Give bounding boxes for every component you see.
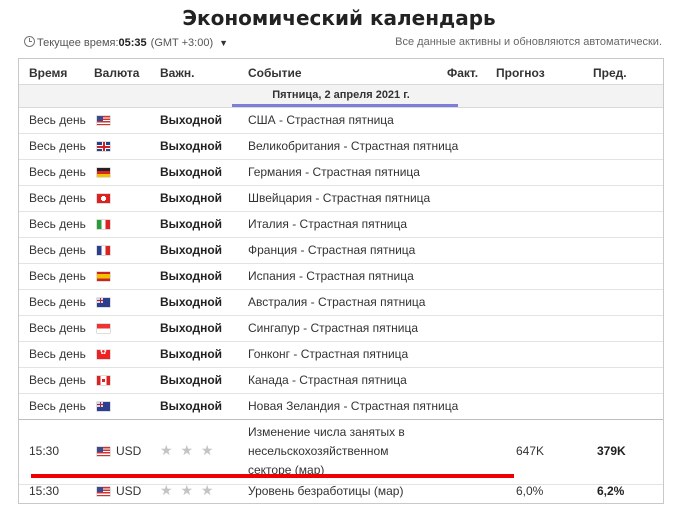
row-time: Весь день xyxy=(29,113,86,127)
row-event[interactable]: Уровень безработицы (мар) xyxy=(248,484,403,498)
table-row[interactable]: Весь день Выходной Австралия - Страстная… xyxy=(19,290,663,316)
row-time: Весь день xyxy=(29,217,86,231)
day-separator: Пятница, 2 апреля 2021 г. xyxy=(19,85,663,108)
economic-calendar-table: Время Валюта Важн. Событие Факт. Прогноз… xyxy=(18,58,664,504)
au-flag-icon xyxy=(97,298,110,307)
row-previous: 6,2% xyxy=(597,484,625,498)
row-time: Весь день xyxy=(29,191,86,205)
table-row[interactable]: Весь день Выходной США - Страстная пятни… xyxy=(19,108,663,134)
day-underline xyxy=(232,104,458,107)
row-importance: Выходной xyxy=(160,191,223,205)
importance-stars-icon: ★ ★ ★ xyxy=(160,482,216,498)
highlight-underline xyxy=(31,474,514,478)
row-event[interactable]: Франция - Страстная пятница xyxy=(248,243,415,257)
row-time: 15:30 xyxy=(29,484,60,498)
col-actual[interactable]: Факт. xyxy=(447,66,478,80)
table-row[interactable]: Весь день Выходной Новая Зеландия - Стра… xyxy=(19,394,663,420)
row-currency: USD xyxy=(116,444,142,458)
row-event-line-1[interactable]: Изменение числа занятых в xyxy=(248,425,405,439)
row-event[interactable]: Сингапур - Страстная пятница xyxy=(248,321,418,335)
ch-flag-icon xyxy=(97,194,110,203)
row-time: 15:30 xyxy=(29,444,60,458)
table-row[interactable]: Весь день Выходной Гонконг - Страстная п… xyxy=(19,342,663,368)
day-label: Пятница, 2 апреля 2021 г. xyxy=(272,89,410,101)
us-flag-icon xyxy=(97,447,110,456)
ca-flag-icon xyxy=(97,376,110,385)
table-row[interactable]: Весь день Выходной Канада - Страстная пя… xyxy=(19,368,663,394)
row-event-line-2[interactable]: несельскохозяйственном xyxy=(248,444,388,458)
table-row[interactable]: Весь день Выходной Испания - Страстная п… xyxy=(19,264,663,290)
row-time: Весь день xyxy=(29,139,86,153)
row-event[interactable]: Италия - Страстная пятница xyxy=(248,217,407,231)
table-row[interactable]: Весь день Выходной Великобритания - Стра… xyxy=(19,134,663,160)
col-forecast[interactable]: Прогноз xyxy=(496,66,545,80)
row-importance: Выходной xyxy=(160,139,223,153)
row-importance: Выходной xyxy=(160,321,223,335)
table-row[interactable]: 15:30 USD ★ ★ ★ Уровень безработицы (мар… xyxy=(19,478,663,503)
auto-update-note: Все данные активны и обновляются автомат… xyxy=(395,36,662,48)
de-flag-icon xyxy=(97,168,110,177)
row-event[interactable]: Новая Зеландия - Страстная пятница xyxy=(248,399,458,413)
table-row[interactable]: Весь день Выходной Италия - Страстная пя… xyxy=(19,212,663,238)
us-flag-icon xyxy=(97,487,110,496)
us-flag-icon xyxy=(97,116,110,125)
row-time: Весь день xyxy=(29,347,86,361)
row-forecast: 6,0% xyxy=(516,484,544,498)
col-event[interactable]: Событие xyxy=(248,66,302,80)
page-title: Экономический календарь xyxy=(182,6,496,30)
row-importance: Выходной xyxy=(160,165,223,179)
row-time: Весь день xyxy=(29,243,86,257)
row-importance: Выходной xyxy=(160,113,223,127)
col-currency[interactable]: Валюта xyxy=(94,66,139,80)
table-row[interactable]: Весь день Выходной Сингапур - Страстная … xyxy=(19,316,663,342)
row-event[interactable]: США - Страстная пятница xyxy=(248,113,394,127)
col-time[interactable]: Время xyxy=(29,66,67,80)
row-importance: Выходной xyxy=(160,217,223,231)
row-event[interactable]: Гонконг - Страстная пятница xyxy=(248,347,408,361)
col-importance[interactable]: Важн. xyxy=(160,66,194,80)
row-time: Весь день xyxy=(29,399,86,413)
it-flag-icon xyxy=(97,220,110,229)
row-time: Весь день xyxy=(29,165,86,179)
fr-flag-icon xyxy=(97,246,110,255)
time-value: 05:35 xyxy=(118,37,147,49)
clock-icon xyxy=(24,36,35,47)
row-event[interactable]: Испания - Страстная пятница xyxy=(248,269,414,283)
row-currency: USD xyxy=(116,484,142,498)
row-forecast: 647K xyxy=(516,444,545,458)
hk-flag-icon xyxy=(97,347,110,359)
table-row[interactable]: Весь день Выходной Германия - Страстная … xyxy=(19,160,663,186)
row-event[interactable]: Австралия - Страстная пятница xyxy=(248,295,425,309)
sg-flag-icon xyxy=(97,324,110,333)
time-label: Текущее время: xyxy=(37,37,119,49)
chevron-down-icon[interactable]: ▼ xyxy=(219,38,228,48)
row-time: Весь день xyxy=(29,269,86,283)
row-importance: Выходной xyxy=(160,243,223,257)
row-time: Весь день xyxy=(29,295,86,309)
row-event[interactable]: Канада - Страстная пятница xyxy=(248,373,407,387)
importance-stars-icon: ★ ★ ★ xyxy=(160,442,216,458)
timezone-selector[interactable]: (GMT +3:00) xyxy=(151,37,213,49)
current-time: Текущее время:05:35 (GMT +3:00) ▼ xyxy=(24,36,228,49)
gb-flag-icon xyxy=(97,142,110,151)
table-row[interactable]: Весь день Выходной Франция - Страстная п… xyxy=(19,238,663,264)
row-importance: Выходной xyxy=(160,347,223,361)
es-flag-icon xyxy=(97,272,110,281)
row-event[interactable]: Швейцария - Страстная пятница xyxy=(248,191,430,205)
table-row[interactable]: Весь день Выходной Швейцария - Страстная… xyxy=(19,186,663,212)
row-importance: Выходной xyxy=(160,295,223,309)
row-event[interactable]: Великобритания - Страстная пятница xyxy=(248,139,458,153)
row-importance: Выходной xyxy=(160,373,223,387)
row-previous: 379K xyxy=(597,444,626,458)
row-time: Весь день xyxy=(29,373,86,387)
col-previous[interactable]: Пред. xyxy=(593,66,627,80)
row-importance: Выходной xyxy=(160,269,223,283)
table-header: Время Валюта Важн. Событие Факт. Прогноз… xyxy=(19,59,663,85)
row-time: Весь день xyxy=(29,321,86,335)
nz-flag-icon xyxy=(97,402,110,411)
row-event[interactable]: Германия - Страстная пятница xyxy=(248,165,420,179)
row-importance: Выходной xyxy=(160,399,223,413)
